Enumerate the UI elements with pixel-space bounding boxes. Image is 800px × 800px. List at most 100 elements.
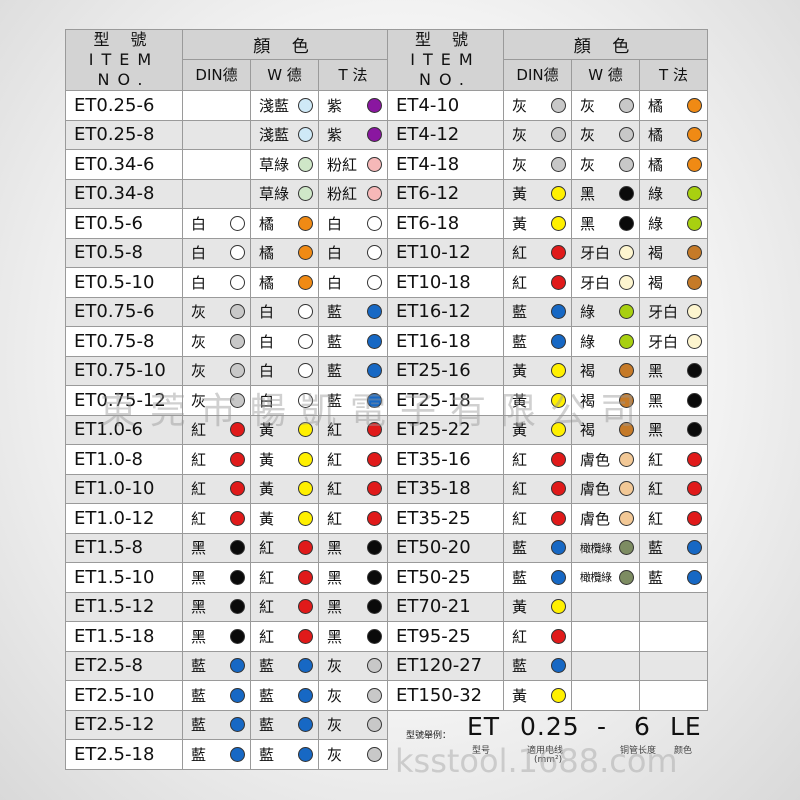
color-cell: 淺藍 [250,90,319,121]
color-swatch-icon [551,127,566,143]
color-label: 白 [259,303,275,322]
color-cell: 橘 [639,119,708,150]
table-row: ET1.5-8 黑 紅 黑 [65,532,388,563]
table-row: ET10-12 紅 牙白 褐 [387,237,708,268]
company-watermark: 東莞市暢凱電子有限公司 [100,391,651,432]
color-swatch-icon [230,481,245,497]
color-cell: 灰 [503,149,572,180]
color-cell: 紅 [318,503,388,534]
color-label: 黑 [191,568,207,587]
color-cell: 紅 [639,473,708,504]
item-number: ET6-18 [387,208,504,239]
color-swatch-icon [619,363,634,379]
item-header-cn: 型 號 [414,30,477,49]
color-label: 黑 [191,539,207,558]
t-column-header: T 法 [639,58,708,92]
color-cell: 灰 [571,149,640,180]
color-cell: 淺藍 [250,119,319,150]
color-cell: 藍 [503,532,572,563]
color-swatch-icon [367,628,382,644]
example-lead: 型號舉例： [406,731,452,741]
color-label: 紅 [512,509,528,528]
color-cell: 紅 [503,473,572,504]
color-cell: 牙白 [639,296,708,327]
color-cell: 紅 [182,444,251,475]
color-swatch-icon [367,687,382,703]
color-swatch-icon [230,540,245,556]
color-cell: 黑 [571,178,640,209]
table-row: ET0.5-10 白 橘 白 [65,267,388,298]
color-cell: 白 [318,208,388,239]
table-row: ET16-12 藍 綠 牙白 [387,296,708,327]
color-cell: 黑 [182,621,251,652]
color-label: 黑 [580,185,596,204]
color-label: 黑 [327,568,343,587]
color-label: 藍 [259,745,275,764]
color-cell: 黑 [571,208,640,239]
color-cell: 紅 [503,267,572,298]
item-number: ET0.5-10 [65,267,183,298]
color-cell: 藍 [250,650,319,681]
color-label: 藍 [191,686,207,705]
color-label: 紅 [327,480,343,499]
color-cell: 藍 [639,532,708,563]
color-label: 膚色 [580,450,611,469]
color-cell: 白 [250,296,319,327]
color-swatch-icon [298,274,313,290]
color-swatch-icon [367,245,382,261]
din-column-header: DIN德 [182,58,251,92]
color-label: 褐 [580,362,596,381]
color-cell: 藍 [250,680,319,711]
color-label: 白 [327,214,343,233]
color-label: 白 [191,244,207,263]
color-cell: 藍 [503,326,572,357]
color-label: 綠 [580,332,596,351]
color-cell: 紅 [250,532,319,563]
table-row: ET0.5-6 白 橘 白 [65,208,388,239]
color-swatch-icon [298,717,313,733]
color-swatch-icon [367,215,382,231]
color-swatch-icon [367,510,382,526]
color-label: 牙白 [580,273,611,292]
color-label: 紫 [327,96,343,115]
color-swatch-icon [619,510,634,526]
color-swatch-icon [298,599,313,615]
color-cell: 膚色 [571,503,640,534]
item-number: ET1.0-8 [65,444,183,475]
color-label: 紅 [327,509,343,528]
table-row: ET0.25-8 淺藍 紫 [65,119,388,150]
color-cell: 褐 [639,237,708,268]
color-label: 褐 [648,273,664,292]
color-label: 紅 [259,568,275,587]
color-label: 橄欖綠 [580,541,612,555]
item-header: 型 號 ITEM NO. [65,29,183,91]
color-label: 粉紅 [327,185,358,204]
color-swatch-icon [551,186,566,202]
color-label: 綠 [648,214,664,233]
color-swatch-icon [298,363,313,379]
color-swatch-icon [619,540,634,556]
color-label: 藍 [259,686,275,705]
color-swatch-icon [687,510,702,526]
color-cell: 黃 [503,178,572,209]
table-row: ET50-25 藍 橄欖綠 藍 [387,562,708,593]
color-cell: 綠 [639,178,708,209]
color-label: 黃 [259,450,275,469]
table-row: ET4-18 灰 灰 橘 [387,149,708,180]
table-row: ET2.5-18 藍 藍 灰 [65,739,388,770]
color-label: 灰 [580,126,596,145]
color-label: 膚色 [580,509,611,528]
table-row: ET95-25 紅 [387,621,708,652]
color-label: 灰 [327,686,343,705]
color-cell: 綠 [639,208,708,239]
color-label: 黑 [580,214,596,233]
site-watermark: ksstool.1688.com [395,742,678,780]
item-number: ET10-12 [387,237,504,268]
color-cell: 灰 [318,739,388,770]
color-label: 橘 [259,214,275,233]
color-label: 橄欖綠 [580,571,612,585]
color-cell [571,591,640,622]
color-swatch-icon [298,510,313,526]
item-number: ET0.25-8 [65,119,183,150]
color-label: 藍 [512,568,528,587]
